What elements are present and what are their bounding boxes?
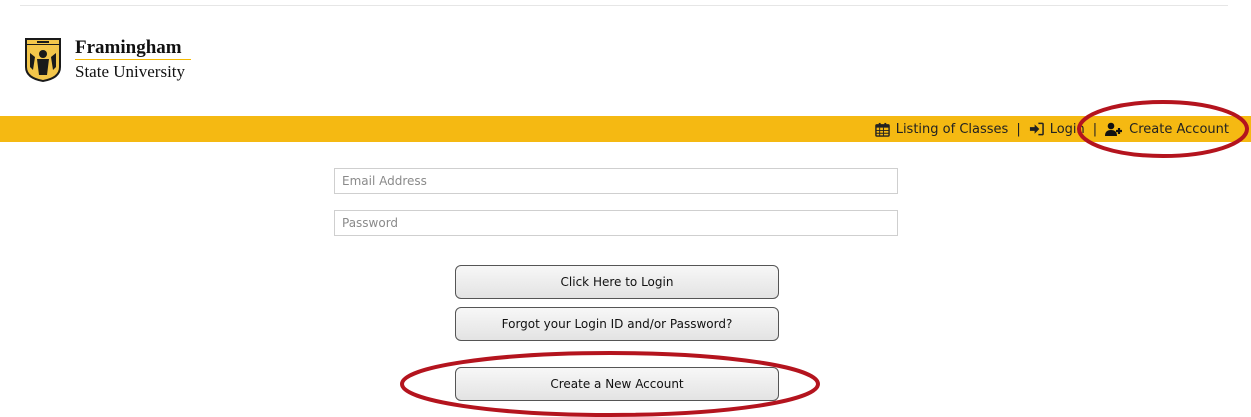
nav-listing-label: Listing of Classes xyxy=(895,121,1009,137)
university-seal-icon xyxy=(25,38,61,82)
sign-in-icon xyxy=(1029,122,1044,136)
create-account-button[interactable]: Create a New Account xyxy=(455,367,779,401)
nav-listing-of-classes[interactable]: Listing of Classes xyxy=(874,121,1009,137)
nav-login[interactable]: Login xyxy=(1029,122,1085,137)
password-field[interactable] xyxy=(334,210,898,236)
calendar-icon xyxy=(874,122,890,137)
nav-create-account[interactable]: Create Account xyxy=(1105,122,1229,137)
email-field[interactable] xyxy=(334,168,898,194)
nav-create-account-label: Create Account xyxy=(1129,121,1229,137)
university-name: Framingham State University xyxy=(75,38,191,81)
logo-divider xyxy=(75,59,191,60)
university-name-line1: Framingham xyxy=(75,37,182,58)
nav-links: Listing of Classes | Login | Create Acco… xyxy=(874,116,1229,142)
user-plus-icon xyxy=(1105,122,1123,136)
top-nav-bar: Listing of Classes | Login | Create Acco… xyxy=(0,116,1251,142)
login-button[interactable]: Click Here to Login xyxy=(455,265,779,299)
nav-login-label: Login xyxy=(1049,121,1085,137)
nav-separator: | xyxy=(1016,121,1021,137)
top-divider xyxy=(20,5,1228,6)
university-name-line2: State University xyxy=(75,62,186,81)
nav-separator: | xyxy=(1092,121,1098,137)
page: Framingham State University Listing of C… xyxy=(0,0,1251,417)
university-logo[interactable]: Framingham State University xyxy=(24,37,191,83)
forgot-credentials-button[interactable]: Forgot your Login ID and/or Password? xyxy=(455,307,779,341)
